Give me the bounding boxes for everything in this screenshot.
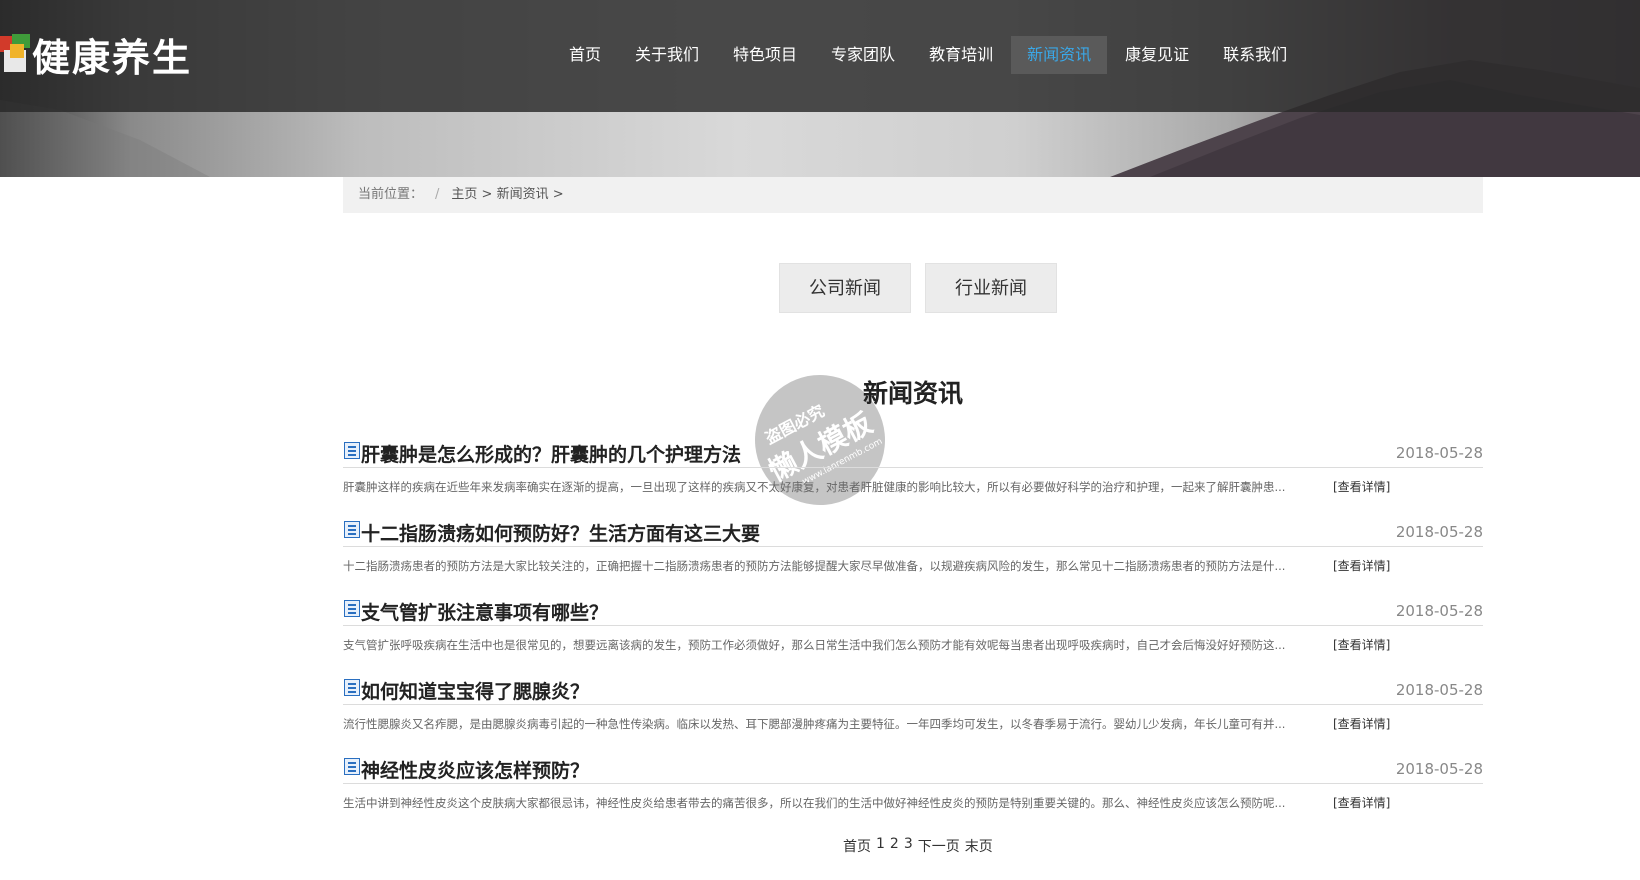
view-details-link[interactable]: [查看详情] — [1333, 557, 1390, 574]
breadcrumb-divider: / — [435, 187, 440, 202]
nav-item-training[interactable]: 教育培训 — [913, 36, 1009, 74]
nav-item-news[interactable]: 新闻资讯 — [1011, 36, 1108, 74]
breadcrumb-path[interactable]: 主页 > 新闻资讯 > — [451, 187, 563, 202]
news-title[interactable]: 神经性皮炎应该怎样预防？ — [361, 756, 589, 783]
news-summary: 生活中讲到神经性皮炎这个皮肤病大家都很忌讳，神经性皮炎给患者带去的痛苦很多，所以… — [343, 796, 1286, 810]
article-list-icon — [344, 442, 360, 459]
section-title: 新闻资讯 — [862, 379, 963, 408]
news-date: 2018-05-28 — [1395, 681, 1483, 699]
news-title[interactable]: 支气管扩张注意事项有哪些？ — [361, 598, 608, 625]
news-date: 2018-05-28 — [1395, 602, 1483, 620]
view-details-link[interactable]: [查看详情] — [1333, 715, 1390, 732]
nav-item-experts[interactable]: 专家团队 — [815, 36, 911, 74]
site-logo[interactable]: 健康养生 — [0, 26, 192, 82]
pagination-page[interactable]: 3 — [904, 836, 913, 856]
news-summary: 十二指肠溃疡患者的预防方法是大家比较关注的，正确把握十二指肠溃疡患者的预防方法能… — [343, 559, 1286, 573]
view-details-link[interactable]: [查看详情] — [1333, 636, 1390, 653]
nav-item-home[interactable]: 首页 — [553, 36, 617, 74]
news-item: 肝囊肿是怎么形成的？肝囊肿的几个护理方法 2018-05-28 肝囊肿这样的疾病… — [343, 436, 1483, 515]
news-list: 肝囊肿是怎么形成的？肝囊肿的几个护理方法 2018-05-28 肝囊肿这样的疾病… — [343, 436, 1483, 831]
tab-company-news[interactable]: 公司新闻 — [779, 263, 911, 313]
news-item: 支气管扩张注意事项有哪些？ 2018-05-28 支气管扩张呼吸疾病在生活中也是… — [343, 594, 1483, 673]
pagination-page[interactable]: 1 — [876, 836, 885, 856]
news-item: 神经性皮炎应该怎样预防？ 2018-05-28 生活中讲到神经性皮炎这个皮肤病大… — [343, 752, 1483, 831]
view-details-link[interactable]: [查看详情] — [1333, 794, 1390, 811]
article-list-icon — [344, 679, 360, 696]
news-date: 2018-05-28 — [1395, 523, 1483, 541]
article-list-icon — [344, 758, 360, 775]
nav-item-contact[interactable]: 联系我们 — [1207, 36, 1303, 74]
news-title[interactable]: 如何知道宝宝得了腮腺炎？ — [361, 677, 589, 704]
pagination-next[interactable]: 下一页 — [918, 836, 960, 856]
nav-item-features[interactable]: 特色项目 — [717, 36, 813, 74]
nav-item-about[interactable]: 关于我们 — [619, 36, 715, 74]
article-list-icon — [344, 521, 360, 538]
hero-banner: 健康养生 首页 关于我们 特色项目 专家团队 教育培训 新闻资讯 康复见证 联系… — [0, 0, 1640, 177]
news-date: 2018-05-28 — [1395, 760, 1483, 778]
pagination-first[interactable]: 首页 — [843, 836, 871, 856]
news-title[interactable]: 肝囊肿是怎么形成的？肝囊肿的几个护理方法 — [361, 440, 741, 467]
tab-industry-news[interactable]: 行业新闻 — [925, 263, 1057, 313]
nav-item-testimonials[interactable]: 康复见证 — [1109, 36, 1205, 74]
breadcrumb-prefix: 当前位置： — [358, 187, 424, 202]
news-item: 十二指肠溃疡如何预防好？生活方面有这三大要 2018-05-28 十二指肠溃疡患… — [343, 515, 1483, 594]
pagination-last[interactable]: 末页 — [965, 836, 993, 856]
news-summary: 流行性腮腺炎又名痄腮，是由腮腺炎病毒引起的一种急性传染病。临床以发热、耳下腮部漫… — [343, 717, 1286, 731]
news-item: 如何知道宝宝得了腮腺炎？ 2018-05-28 流行性腮腺炎又名痄腮，是由腮腺炎… — [343, 673, 1483, 752]
news-date: 2018-05-28 — [1395, 444, 1483, 462]
article-list-icon — [344, 600, 360, 617]
news-summary: 肝囊肿这样的疾病在近些年来发病率确实在逐渐的提高，一旦出现了这样的疾病又不太好康… — [343, 480, 1286, 494]
pagination-page[interactable]: 2 — [890, 836, 899, 856]
top-nav-bar: 健康养生 首页 关于我们 特色项目 专家团队 教育培训 新闻资讯 康复见证 联系… — [0, 0, 1640, 112]
news-summary: 支气管扩张呼吸疾病在生活中也是很常见的，想要远离该病的发生，预防工作必须做好，那… — [343, 638, 1286, 652]
view-details-link[interactable]: [查看详情] — [1333, 478, 1390, 495]
logo-mark-icon — [0, 32, 30, 76]
news-title[interactable]: 十二指肠溃疡如何预防好？生活方面有这三大要 — [361, 519, 760, 546]
pagination: 首页 1 2 3 下一页 末页 — [843, 836, 998, 856]
news-category-tabs: 公司新闻 行业新闻 — [779, 263, 1071, 313]
logo-text: 健康养生 — [32, 34, 193, 80]
main-nav: 首页 关于我们 特色项目 专家团队 教育培训 新闻资讯 康复见证 联系我们 — [553, 36, 1305, 74]
breadcrumb: 当前位置： / 主页 > 新闻资讯 > — [343, 177, 1483, 213]
